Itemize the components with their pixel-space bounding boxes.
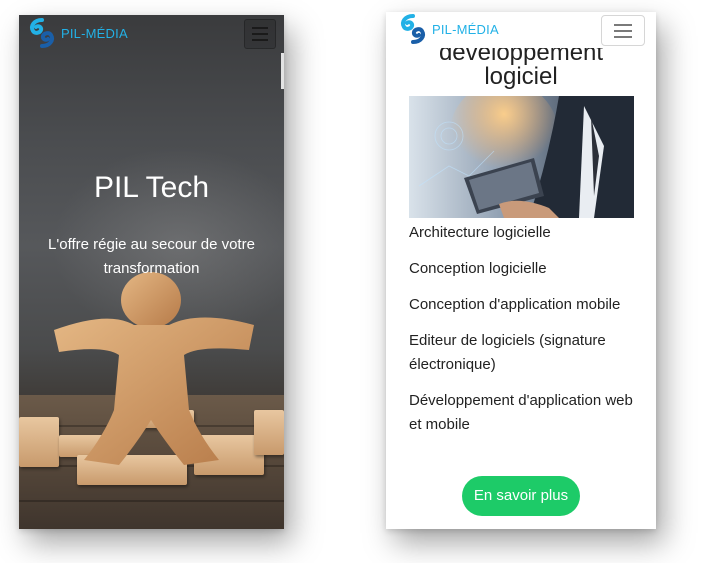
phone-screen-left: PIL-MÉDIA PIL Tech L'offre régie au seco…	[19, 15, 284, 529]
list-item[interactable]: Architecture logicielle	[409, 221, 644, 245]
hero-subtitle: L'offre régie au secour de votre transfo…	[48, 236, 255, 277]
navbar: PIL-MÉDIA	[386, 12, 656, 48]
brand-name: PIL-MÉDIA	[432, 21, 499, 37]
brand-name: PIL-MÉDIA	[61, 25, 128, 41]
menu-toggle-button[interactable]	[244, 19, 276, 49]
hamburger-icon	[614, 24, 632, 26]
list-item[interactable]: Conception logicielle	[409, 257, 644, 281]
hero-title: PIL Tech	[93, 171, 210, 204]
menu-toggle-button[interactable]	[601, 15, 645, 46]
list-item[interactable]: Conception d'application mobile	[409, 293, 644, 317]
section-title: logiciel	[484, 63, 558, 90]
list-item[interactable]: Editeur de logiciels (signature électron…	[409, 329, 644, 377]
logo-mark-icon	[30, 18, 54, 48]
hamburger-icon	[252, 27, 268, 29]
list-item[interactable]: Développement d'application web et mobil…	[409, 389, 644, 437]
phone-screen-right: développement PIL-MÉDIA logiciel Archite…	[386, 12, 656, 529]
brand-logo[interactable]: PIL-MÉDIA	[398, 14, 499, 44]
logo-mark-icon	[401, 14, 425, 44]
scroll-indicator	[281, 53, 284, 89]
brand-logo[interactable]: PIL-MÉDIA	[27, 18, 128, 48]
services-list: Architecture logicielle Conception logic…	[409, 221, 644, 449]
learn-more-button[interactable]: En savoir plus	[462, 476, 580, 516]
person-with-laptop-image	[409, 96, 634, 218]
wooden-person-figure	[54, 272, 254, 465]
navbar: PIL-MÉDIA	[19, 15, 284, 51]
service-image	[409, 96, 634, 218]
